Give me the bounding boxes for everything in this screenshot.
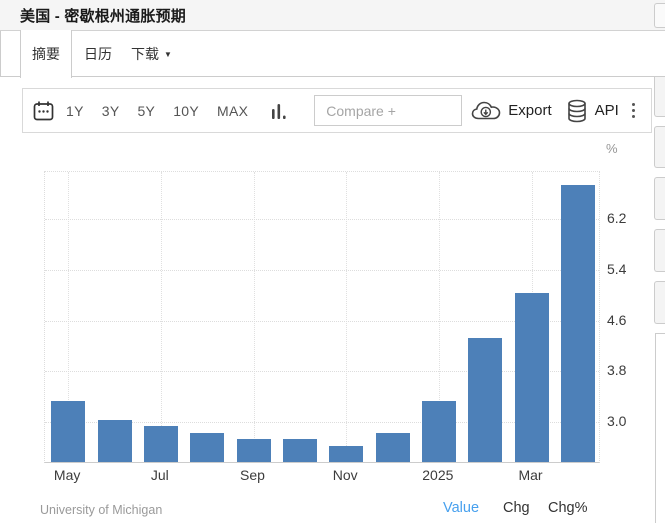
x-tick-label: Jul bbox=[150, 467, 169, 483]
bar-Dec[interactable] bbox=[375, 432, 410, 462]
bar-Mar[interactable] bbox=[514, 293, 549, 462]
bar-Oct[interactable] bbox=[282, 439, 317, 462]
chart-toolbar: 1Y 3Y 5Y 10Y MAX Export bbox=[22, 88, 652, 133]
cloud-download-icon bbox=[471, 100, 501, 121]
bar-chart-plot bbox=[44, 171, 600, 463]
bar-Feb[interactable] bbox=[468, 337, 503, 462]
gridline bbox=[45, 269, 599, 271]
export-button[interactable]: Export bbox=[471, 100, 552, 121]
range-max[interactable]: MAX bbox=[217, 103, 248, 119]
gridline bbox=[253, 172, 255, 462]
range-3y[interactable]: 3Y bbox=[102, 103, 120, 119]
bar-Aug[interactable] bbox=[190, 432, 225, 462]
y-tick-label: 3.8 bbox=[607, 362, 627, 379]
bar-Nov[interactable] bbox=[329, 445, 364, 462]
x-tick-label: Sep bbox=[240, 467, 265, 483]
bar-chart-icon[interactable] bbox=[271, 102, 287, 120]
mode-chgpct-button[interactable]: Chg% bbox=[548, 500, 588, 516]
page: 美国 - 密歇根州通胀预期 摘要 日历 下载 ▼ 1Y 3Y 5Y 10Y MAX bbox=[0, 0, 665, 523]
range-buttons: 1Y 3Y 5Y 10Y MAX bbox=[66, 103, 266, 119]
y-axis-unit: % bbox=[606, 141, 618, 156]
x-tick-label: Mar bbox=[518, 467, 543, 483]
right-rail-box bbox=[654, 229, 665, 272]
tab-download[interactable]: 下载 ▼ bbox=[131, 31, 172, 77]
right-rail-panel bbox=[655, 333, 665, 523]
tab-download-label: 下载 bbox=[131, 46, 159, 62]
database-icon bbox=[566, 99, 588, 123]
api-label: API bbox=[594, 102, 619, 119]
y-tick-label: 3.0 bbox=[607, 413, 627, 430]
right-rail-box bbox=[654, 73, 665, 117]
bar-May[interactable] bbox=[51, 401, 86, 462]
bar-Jan[interactable] bbox=[421, 401, 456, 462]
chart-source: University of Michigan bbox=[40, 503, 163, 517]
kebab-menu-icon[interactable] bbox=[631, 102, 635, 120]
title-bar: 美国 - 密歇根州通胀预期 bbox=[0, 0, 665, 31]
bar-Jul[interactable] bbox=[143, 426, 178, 462]
right-rail-box bbox=[654, 3, 665, 28]
right-rail-box bbox=[654, 126, 665, 168]
range-5y[interactable]: 5Y bbox=[137, 103, 155, 119]
x-tick-label: Nov bbox=[332, 467, 358, 483]
gridline bbox=[160, 172, 162, 462]
right-rail-box bbox=[654, 281, 665, 324]
gridline bbox=[346, 172, 348, 462]
calendar-icon[interactable] bbox=[33, 100, 54, 122]
x-tick-label: May bbox=[53, 467, 81, 483]
y-tick-label: 5.4 bbox=[607, 260, 627, 277]
range-10y[interactable]: 10Y bbox=[173, 103, 199, 119]
right-rail-box bbox=[654, 177, 665, 220]
bar-Jun[interactable] bbox=[97, 420, 132, 462]
y-tick-label: 6.2 bbox=[607, 209, 627, 226]
x-tick-label: 2025 bbox=[422, 467, 454, 483]
tab-bar: 摘要 日历 下载 ▼ bbox=[0, 30, 665, 78]
mode-chg-button[interactable]: Chg bbox=[503, 500, 530, 516]
mode-value-button[interactable]: Value bbox=[443, 500, 479, 516]
tab-summary[interactable]: 摘要 bbox=[20, 30, 72, 78]
gridline bbox=[45, 218, 599, 220]
tab-calendar[interactable]: 日历 bbox=[84, 31, 112, 77]
range-1y[interactable]: 1Y bbox=[66, 103, 84, 119]
compare-input[interactable] bbox=[314, 95, 463, 126]
page-title: 美国 - 密歇根州通胀预期 bbox=[20, 8, 186, 25]
bar-Sep[interactable] bbox=[236, 439, 271, 462]
api-button[interactable]: API bbox=[566, 99, 619, 123]
chevron-down-icon: ▼ bbox=[164, 50, 172, 59]
y-tick-label: 4.6 bbox=[607, 311, 627, 328]
export-label: Export bbox=[508, 102, 552, 119]
bar-Apr[interactable] bbox=[560, 185, 595, 462]
